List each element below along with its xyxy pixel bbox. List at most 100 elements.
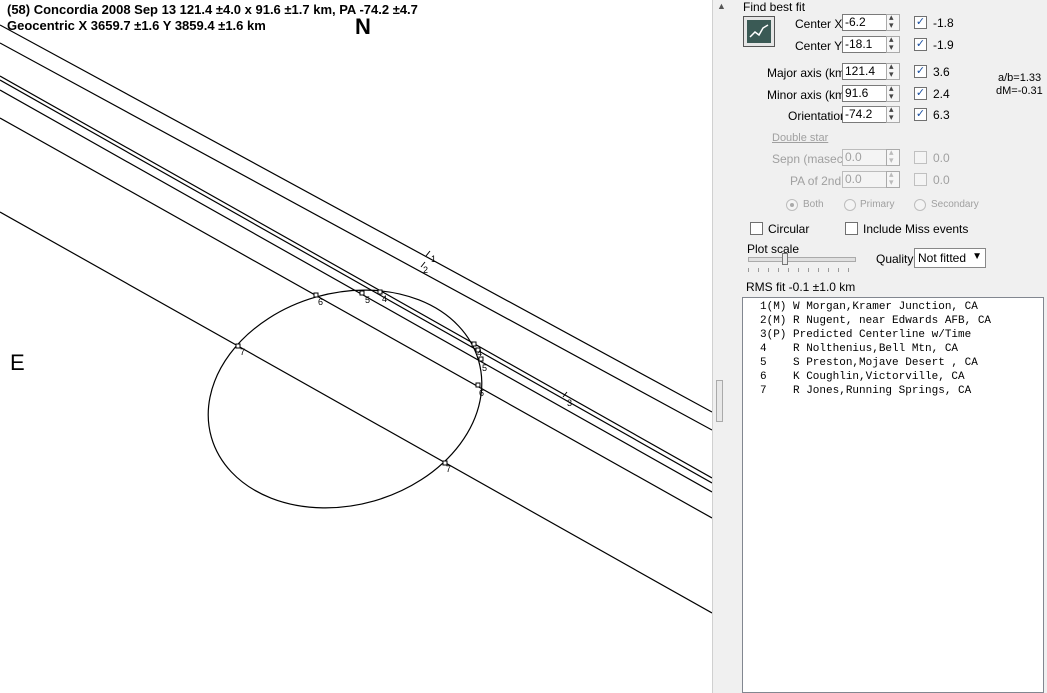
pa-second-label: PA of 2nd <box>790 174 842 188</box>
minor-axis-checkbox[interactable]: ✓ <box>914 87 927 100</box>
major-axis-label: Major axis (km) <box>767 66 850 80</box>
delta-magnitude: dM=-0.31 <box>996 85 1043 97</box>
center-x-label: Center X <box>795 17 843 31</box>
chord-label-2: 2 <box>423 265 428 275</box>
minor-axis-spinner[interactable] <box>886 83 900 102</box>
fit-chart-icon <box>747 20 771 43</box>
list-item[interactable]: 7 R Jones,Running Springs, CA <box>743 384 1043 398</box>
asteroid-profile-ellipse <box>207 289 483 509</box>
chord-label-5: 5 <box>482 363 487 373</box>
chord-label-3: 3 <box>567 398 572 408</box>
center-y-uncert: -1.9 <box>933 38 954 52</box>
chord-1-line <box>0 24 712 413</box>
separation-spinner[interactable] <box>886 147 900 166</box>
event-tick <box>425 250 431 257</box>
radio-primary-label: Primary <box>860 199 895 210</box>
chord-label-4: 4 <box>382 294 387 304</box>
radio-both[interactable] <box>786 199 798 211</box>
quality-value: Not fitted <box>918 251 967 265</box>
chevron-down-icon: ▼ <box>972 251 982 262</box>
list-item[interactable]: 1(M) W Morgan,Kramer Junction, CA <box>743 300 1043 314</box>
orientation-label: Orientation <box>788 109 847 123</box>
chord-5-line <box>0 89 712 493</box>
plot-canvas: 1 2 3 4 5 6 7 4 5 6 7 <box>0 24 712 614</box>
plot-scale-ticks <box>748 268 856 272</box>
center-y-label: Center Y <box>795 39 843 53</box>
chord-label-5: 5 <box>365 295 370 305</box>
chord-label-7: 7 <box>446 464 451 474</box>
quality-dropdown[interactable]: Not fitted ▼ <box>914 248 986 268</box>
pa-second-spinner[interactable] <box>886 169 900 188</box>
list-item[interactable]: 5 S Preston,Mojave Desert , CA <box>743 356 1043 370</box>
radio-secondary-label: Secondary <box>931 199 979 210</box>
rms-fit: RMS fit -0.1 ±1.0 km <box>746 280 856 294</box>
collapse-up-icon[interactable]: ▲ <box>717 1 726 11</box>
separation-checkbox[interactable] <box>914 151 927 164</box>
pa-second-uncert: 0.0 <box>933 173 950 187</box>
list-item[interactable]: 6 K Coughlin,Victorville, CA <box>743 370 1043 384</box>
find-best-fit-title: Find best fit <box>743 0 806 14</box>
radio-primary[interactable] <box>844 199 856 211</box>
minor-axis-uncert: 2.4 <box>933 87 950 101</box>
center-y-checkbox[interactable]: ✓ <box>914 38 927 51</box>
radio-secondary[interactable] <box>914 199 926 211</box>
center-x-spinner[interactable] <box>886 12 900 31</box>
east-label: E <box>10 350 25 375</box>
pa-second-checkbox[interactable] <box>914 173 927 186</box>
chord-4-line <box>0 79 712 484</box>
panel-splitter[interactable]: ▲ <box>712 0 741 693</box>
orientation-checkbox[interactable]: ✓ <box>914 108 927 121</box>
separation-input[interactable]: 0.0 <box>842 149 887 166</box>
chord-2-line <box>0 42 712 431</box>
chord-label-6: 6 <box>318 297 323 307</box>
plot-scale-track[interactable] <box>748 257 856 262</box>
north-label: N <box>355 14 371 39</box>
separation-label: Sepn (masec) <box>772 152 847 166</box>
chord-6-line <box>0 117 712 519</box>
circular-label: Circular <box>768 222 810 236</box>
plot-geocentric: Geocentric X 3659.7 ±1.6 Y 3859.4 ±1.6 k… <box>7 18 266 33</box>
orientation-uncert: 6.3 <box>933 108 950 122</box>
include-miss-label: Include Miss events <box>863 222 969 236</box>
major-axis-input[interactable]: 121.4 <box>842 63 887 80</box>
chord-label-1: 1 <box>431 254 436 264</box>
list-item[interactable]: 2(M) R Nugent, near Edwards AFB, CA <box>743 314 1043 328</box>
plot-scale-slider[interactable] <box>782 253 788 265</box>
chord-label-6: 6 <box>479 388 484 398</box>
plot-scale-label: Plot scale <box>747 242 800 256</box>
minor-axis-label: Minor axis (km) <box>767 88 850 102</box>
orientation-input[interactable]: -74.2 <box>842 106 887 123</box>
list-item[interactable]: 4 R Nolthenius,Bell Mtn, CA <box>743 342 1043 356</box>
find-best-fit-button[interactable] <box>743 16 775 47</box>
splitter-grip-icon[interactable] <box>716 380 723 422</box>
major-axis-uncert: 3.6 <box>933 65 950 79</box>
major-axis-spinner[interactable] <box>886 61 900 80</box>
orientation-spinner[interactable] <box>886 104 900 123</box>
occultation-plot[interactable]: 1 2 3 4 5 6 7 4 5 6 7 (58) Concordia 200… <box>0 0 712 693</box>
chord-7-line <box>0 211 712 614</box>
radio-both-label: Both <box>803 199 824 210</box>
pa-second-input[interactable]: 0.0 <box>842 171 887 188</box>
quality-label: Quality <box>876 252 914 266</box>
fit-panel: Find best fit Center X -6.2 ✓ -1.8 Cente… <box>740 0 1047 693</box>
observer-list[interactable]: 1(M) W Morgan,Kramer Junction, CA 2(M) R… <box>742 297 1044 693</box>
list-item[interactable]: 3(P) Predicted Centerline w/Time <box>743 328 1043 342</box>
event-marker <box>471 341 477 347</box>
center-x-uncert: -1.8 <box>933 16 954 30</box>
center-x-checkbox[interactable]: ✓ <box>914 16 927 29</box>
event-marker <box>359 290 365 296</box>
chord-3-line <box>0 75 712 479</box>
chord-label-4: 4 <box>477 348 482 358</box>
center-y-input[interactable]: -18.1 <box>842 36 887 53</box>
double-star-link[interactable]: Double star <box>772 132 828 144</box>
include-miss-checkbox[interactable] <box>845 222 858 235</box>
center-y-spinner[interactable] <box>886 34 900 53</box>
circular-checkbox[interactable] <box>750 222 763 235</box>
major-axis-checkbox[interactable]: ✓ <box>914 65 927 78</box>
event-marker <box>475 382 481 388</box>
chord-label-7: 7 <box>240 347 245 357</box>
center-x-input[interactable]: -6.2 <box>842 14 887 31</box>
axis-ratio: a/b=1.33 <box>998 72 1042 84</box>
minor-axis-input[interactable]: 91.6 <box>842 85 887 102</box>
separation-uncert: 0.0 <box>933 151 950 165</box>
